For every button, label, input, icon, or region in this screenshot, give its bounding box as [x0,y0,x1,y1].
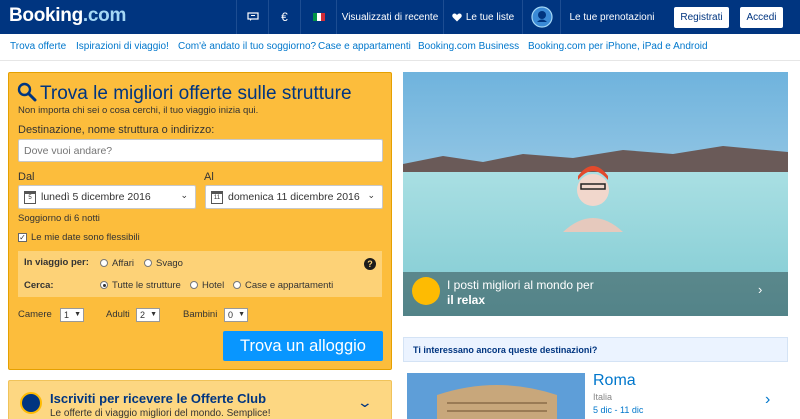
search-submit-label: Trova un alloggio [240,336,366,355]
nights-count: Soggiorno di 6 notti [18,213,100,224]
children-select[interactable]: 0 ▼ [224,308,248,322]
search-submit-button[interactable]: Trova un alloggio [223,331,383,361]
language-button[interactable] [300,0,336,34]
calendar-icon: 11 [211,190,223,204]
destination-country: Italia [593,392,613,402]
destination-name[interactable]: Roma [593,372,636,390]
apartments-label: Case e appartamenti [245,280,334,291]
hero-image[interactable]: I posti migliori al mondo per il relax › [403,72,788,316]
destination-card[interactable]: Roma Italia 5 dic - 11 dic › [403,369,788,419]
travel-business-label: Affari [112,258,135,269]
adults-select[interactable]: 2 ▼ [136,308,160,322]
adults-value: 2 [140,310,146,320]
destination-dates: 5 dic - 11 dic [593,405,644,415]
property-type-label: Cerca: [24,280,54,291]
colosseum-photo [407,373,585,419]
chevron-down-icon[interactable]: ⌄ [357,394,373,411]
search-title: Trova le migliori offerte sulle struttur… [40,83,352,104]
dropdown-arrow-icon: ▼ [150,311,157,318]
hotel-label: Hotel [202,280,225,291]
adults-label: Adulti [106,309,130,320]
carousel-next-icon[interactable]: › [758,282,762,297]
login-button[interactable]: Accedi [740,7,783,28]
dropdown-arrow-icon: ▼ [238,311,245,318]
help-icon[interactable]: ? [364,258,376,270]
hero-caption-line2: il relax [447,293,486,307]
club-badge-icon [20,392,42,414]
checkout-label: Al [204,171,214,183]
apartments-radio[interactable] [233,281,241,289]
currency-symbol: € [281,10,288,24]
rooms-select[interactable]: 1 ▼ [60,308,84,322]
nav-item-inspiration[interactable]: Ispirazioni di viaggio! [76,41,169,52]
destination-label: Destinazione, nome struttura o indirizzo… [18,124,215,136]
children-label: Bambini [183,309,218,320]
your-lists-label: Le tue liste [465,11,515,23]
calendar-icon: 5 [24,190,36,204]
dropdown-arrow-icon: ▼ [74,311,81,318]
chat-icon [246,12,259,21]
travel-purpose-label: In viaggio per: [24,257,89,268]
chevron-down-icon: ⌄ [180,190,188,200]
currency-button[interactable]: € [268,0,300,34]
your-bookings-label: Le tue prenotazioni [569,11,655,23]
register-label: Registrati [680,12,723,23]
rooms-label: Camere [18,309,52,320]
recently-viewed-link[interactable]: Visualizzati di recente [336,0,443,34]
checkin-date-value: lunedì 5 dicembre 2016 [41,191,151,203]
chat-button[interactable] [236,0,268,34]
children-value: 0 [228,310,234,320]
logo-dotcom: .com [82,5,127,26]
checkout-date-select[interactable]: 11 domenica 11 dicembre 2016 ⌄ [205,185,383,209]
relax-icon [412,277,440,305]
club-signup-banner[interactable]: Iscriviti per ricevere le Offerte Club L… [8,380,392,419]
search-subtitle: Non importa chi sei o cosa cerchi, il tu… [18,105,259,116]
logo-text: Booking [9,5,83,26]
travel-options: In viaggio per: Affari Svago ? Cerca: Tu… [18,251,382,297]
club-subtitle: Le offerte di viaggio migliori del mondo… [50,408,271,419]
genius-badge-button[interactable] [522,0,560,34]
register-button[interactable]: Registrati [674,7,729,28]
search-panel: Trova le migliori offerte sulle struttur… [8,72,392,370]
login-label: Accedi [746,12,777,23]
nav-item-apartments[interactable]: Case e appartamenti [318,41,411,52]
top-header: Booking.com € Visualizzati di recente Le… [0,0,800,34]
hotel-radio[interactable] [190,281,198,289]
travel-leisure-radio[interactable] [144,259,152,267]
chevron-down-icon: ⌄ [367,190,375,200]
club-title: Iscriviti per ricevere le Offerte Club [50,391,267,406]
nav-item-deals[interactable]: Trova offerte [10,41,66,52]
flexible-dates-label: Le mie date sono flessibili [31,232,140,243]
heart-icon [452,13,462,21]
nav-item-mobile-apps[interactable]: Booking.com per iPhone, iPad e Android [528,41,708,52]
checkin-label: Dal [18,171,35,183]
nav-item-business[interactable]: Booking.com Business [418,41,519,52]
chevron-right-icon[interactable]: › [765,391,770,409]
travel-business-radio[interactable] [100,259,108,267]
checkin-date-select[interactable]: 5 lunedì 5 dicembre 2016 ⌄ [18,185,196,209]
recently-viewed-label: Visualizzati di recente [341,11,439,23]
your-bookings-link[interactable]: Le tue prenotazioni [560,0,663,34]
all-properties-radio[interactable] [100,281,108,289]
flexible-dates-checkbox[interactable]: ✓ [18,233,27,242]
travel-leisure-label: Svago [156,258,183,269]
all-properties-label: Tutte le strutture [112,280,181,291]
destination-image [407,373,585,419]
hero-caption: I posti migliori al mondo per il relax › [403,272,788,316]
booking-logo[interactable]: Booking.com [9,5,126,27]
recent-destinations-heading: Ti interessano ancora queste destinazion… [403,337,788,362]
secondary-nav: Trova offerte Ispirazioni di viaggio! Co… [0,34,800,61]
italy-flag-icon [312,13,325,21]
your-lists-link[interactable]: Le tue liste [443,0,522,34]
checkout-date-value: domenica 11 dicembre 2016 [228,191,360,203]
hero-caption-line1: I posti migliori al mondo per [447,278,594,292]
genius-avatar-icon [530,6,553,28]
rooms-value: 1 [64,310,70,320]
nav-item-stay-review[interactable]: Com'è andato il tuo soggiorno? [178,41,316,52]
search-icon [17,82,37,102]
destination-input[interactable] [18,139,383,162]
